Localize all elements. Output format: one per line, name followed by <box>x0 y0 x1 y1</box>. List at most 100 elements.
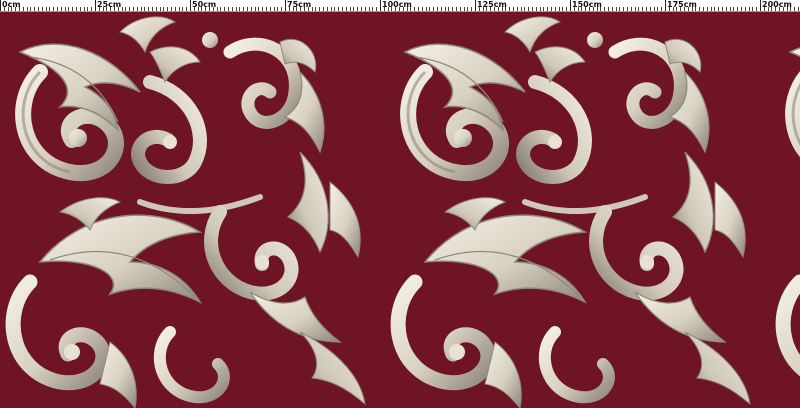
ruler-minor-tick <box>433 7 435 11</box>
ruler-minor-tick <box>741 7 742 11</box>
ruler-minor-tick <box>155 7 157 11</box>
ruler-minor-tick <box>49 7 51 11</box>
ruler-minor-tick <box>414 7 416 11</box>
ruler-minor-tick <box>619 7 621 11</box>
ruler-minor-tick <box>798 7 799 11</box>
ruler-minor-tick <box>140 7 142 11</box>
ruler-minor-tick <box>418 7 419 11</box>
ruler-minor-tick <box>174 7 176 11</box>
ruler-minor-tick <box>38 7 39 11</box>
ruler-minor-tick <box>372 7 374 11</box>
ruler-minor-tick <box>634 7 636 11</box>
ruler-minor-tick <box>611 7 613 11</box>
ruler-minor-tick <box>53 7 55 11</box>
ruler-minor-tick <box>315 7 317 11</box>
ruler-label: 0cm <box>2 0 21 9</box>
ruler-minor-tick <box>60 7 62 11</box>
ruler-minor-tick <box>444 7 446 11</box>
ruler-minor-tick <box>254 7 256 11</box>
ruler-minor-tick <box>178 7 180 11</box>
ruler-minor-tick <box>554 7 556 11</box>
ruler-minor-tick <box>520 7 522 11</box>
ruler-minor-tick <box>64 7 66 11</box>
ruler-minor-tick <box>710 7 712 11</box>
ruler-minor-tick <box>733 7 735 11</box>
ruler-minor-tick <box>608 7 609 11</box>
ruler-minor-tick <box>421 7 423 11</box>
ruler-minor-tick <box>228 7 229 11</box>
ruler-label: 100cm <box>382 0 412 9</box>
ruler-minor-tick <box>706 7 708 11</box>
ruler-minor-tick <box>57 7 58 11</box>
ruler-minor-tick <box>638 7 640 11</box>
ruler-minor-tick <box>467 7 469 11</box>
ruler-minor-tick <box>722 7 723 11</box>
ruler-minor-tick <box>231 7 233 11</box>
ruler-minor-tick <box>528 7 530 11</box>
ruler-minor-tick <box>459 7 461 11</box>
ruler-label: 200cm <box>762 0 792 9</box>
ruler-minor-tick <box>87 7 89 11</box>
ruler-minor-tick <box>725 7 727 11</box>
fabric-preview: 0cm 25cm 50cm 75cm 100cm 125cm 150cm 175cm 200cm <box>0 0 800 408</box>
ruler-major-tick <box>285 0 286 11</box>
ruler-minor-tick <box>376 7 378 11</box>
ruler-minor-tick <box>429 7 431 11</box>
ruler-minor-tick <box>524 7 526 11</box>
ruler-minor-tick <box>737 7 739 11</box>
ruler-minor-tick <box>744 7 746 11</box>
ruler-minor-tick <box>338 7 340 11</box>
ruler-minor-tick <box>630 7 632 11</box>
ruler-minor-tick <box>558 7 560 11</box>
ruler-label: 175cm <box>667 0 697 9</box>
ruler-minor-tick <box>30 7 32 11</box>
ruler-minor-tick <box>330 7 332 11</box>
ruler-minor-tick <box>129 7 131 11</box>
ruler-minor-tick <box>425 7 427 11</box>
ruler-minor-tick <box>794 7 796 11</box>
ruler-label: 50cm <box>192 0 217 9</box>
ruler-minor-tick <box>247 7 248 11</box>
ruler-minor-tick <box>167 7 169 11</box>
ruler-minor-tick <box>752 7 754 11</box>
fabric-pattern <box>0 12 800 408</box>
ruler-minor-tick <box>342 7 343 11</box>
ruler-major-tick <box>0 0 1 11</box>
ruler-minor-tick <box>45 7 47 11</box>
ruler-major-tick <box>95 0 96 11</box>
ruler-minor-tick <box>448 7 450 11</box>
ruler-minor-tick <box>243 7 245 11</box>
ruler-minor-tick <box>516 7 518 11</box>
ruler-minor-tick <box>642 7 644 11</box>
ruler-minor-tick <box>543 7 545 11</box>
ruler-major-tick <box>190 0 191 11</box>
ruler-minor-tick <box>471 7 473 11</box>
ruler-minor-tick <box>463 7 465 11</box>
ruler-minor-tick <box>148 7 150 11</box>
ruler-minor-tick <box>83 7 85 11</box>
ruler-minor-tick <box>566 7 568 11</box>
ruler-minor-tick <box>653 7 655 11</box>
ruler-minor-tick <box>368 7 370 11</box>
ruler-minor-tick <box>714 7 716 11</box>
ruler-minor-tick <box>76 7 77 11</box>
ruler-minor-tick <box>125 7 127 11</box>
ruler-minor-tick <box>718 7 720 11</box>
ruler-label: 75cm <box>287 0 312 9</box>
ruler-minor-tick <box>349 7 351 11</box>
ruler-label: 150cm <box>572 0 602 9</box>
measurement-ruler: 0cm 25cm 50cm 75cm 100cm 125cm 150cm 175cm 200cm <box>0 0 800 12</box>
ruler-minor-tick <box>22 7 24 11</box>
ruler-minor-tick <box>440 7 442 11</box>
ruler-minor-tick <box>357 7 359 11</box>
ruler-minor-tick <box>547 7 549 11</box>
ruler-minor-tick <box>513 7 514 11</box>
ruler-minor-tick <box>159 7 161 11</box>
ruler-minor-tick <box>748 7 750 11</box>
ruler-minor-tick <box>277 7 279 11</box>
ruler-minor-tick <box>509 7 511 11</box>
ruler-minor-tick <box>224 7 226 11</box>
ruler-minor-tick <box>266 7 267 11</box>
ruler-minor-tick <box>646 7 647 11</box>
ruler-major-tick <box>475 0 476 11</box>
